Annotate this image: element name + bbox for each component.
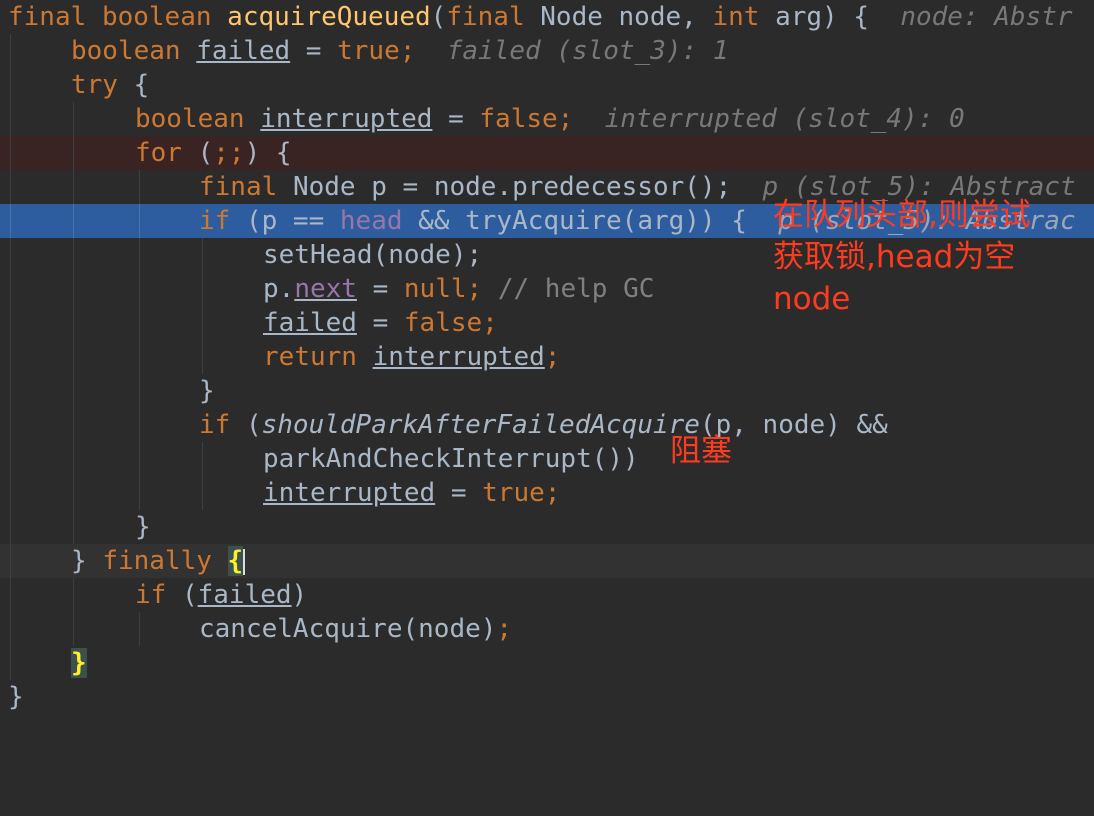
keyword: boolean <box>101 2 212 32</box>
variable[interactable]: failed <box>263 308 357 338</box>
parameter: Node node, <box>540 2 697 32</box>
annotation-line: 获取锁,head为空 <box>773 239 1016 275</box>
keyword: false <box>479 104 558 134</box>
keyword: return <box>263 342 357 372</box>
annotation-line: 在队列头部,则尝试 <box>773 197 1031 233</box>
matched-brace: } <box>71 648 87 678</box>
statement: Node p = node.predecessor(); <box>292 172 732 202</box>
semicolon: ; <box>466 274 483 304</box>
keyword: false <box>403 308 483 338</box>
statement: setHead(node); <box>263 240 483 270</box>
punctuation: ( <box>430 2 447 32</box>
brace: } <box>8 682 24 712</box>
annotation-line: node <box>773 281 851 317</box>
code-line[interactable]: } <box>0 510 1094 544</box>
punctuation: ) { <box>244 138 292 168</box>
keyword: finally <box>102 546 212 576</box>
parameter: arg) { <box>775 2 870 32</box>
semicolon: ;; <box>213 138 245 168</box>
code-line[interactable]: return interrupted; <box>0 340 1094 374</box>
code-line[interactable]: } <box>0 680 1094 714</box>
semicolon: ; <box>544 478 561 508</box>
statement: cancelAcquire(node) <box>199 614 497 644</box>
code-line[interactable]: boolean interrupted = false; interrupted… <box>0 102 1094 136</box>
keyword: if <box>199 206 231 236</box>
punctuation: ( <box>181 138 214 168</box>
code-line[interactable]: if (failed) <box>0 578 1094 612</box>
variable[interactable]: interrupted <box>263 478 435 508</box>
matched-brace: { <box>227 546 244 576</box>
punctuation: ( <box>230 410 262 440</box>
keyword: final <box>199 172 278 202</box>
annotation-head-note: 在队列头部,则尝试 获取锁,head为空 node <box>773 194 1031 320</box>
caret-line[interactable]: } finally { <box>0 544 1094 578</box>
field[interactable]: head <box>340 206 403 236</box>
operator: = <box>356 308 404 338</box>
variable[interactable]: failed <box>196 36 290 66</box>
statement: && tryAcquire(arg)) { <box>402 206 747 236</box>
code-line[interactable]: } <box>0 374 1094 408</box>
identifier: p. <box>263 274 295 304</box>
code-line[interactable]: interrupted = true; <box>0 476 1094 510</box>
punctuation: ) <box>291 580 308 610</box>
variable[interactable]: interrupted <box>373 342 545 372</box>
keyword: try <box>71 70 118 100</box>
keyword: for <box>135 138 182 168</box>
method-call[interactable]: shouldParkAfterFailedAcquire <box>262 410 700 440</box>
operator: = <box>290 36 338 66</box>
semicolon: ; <box>544 342 561 372</box>
keyword: true <box>482 478 545 508</box>
keyword: null <box>403 274 467 304</box>
debug-inline-hint: node: Abstr <box>900 2 1073 32</box>
variable[interactable]: failed <box>198 580 292 610</box>
method-name[interactable]: acquireQueued <box>227 2 431 32</box>
operator: = <box>435 478 483 508</box>
brace: } <box>135 512 151 542</box>
keyword: final <box>446 2 525 32</box>
brace: { <box>117 70 150 100</box>
semicolon: ; <box>496 614 513 644</box>
keyword: boolean <box>71 36 181 66</box>
semicolon: ; <box>557 104 574 134</box>
debug-inline-hint: interrupted (slot_4): 0 <box>604 104 965 134</box>
field[interactable]: next <box>294 274 357 304</box>
keyword: true <box>337 36 400 66</box>
text-caret <box>243 548 246 575</box>
code-line[interactable]: boolean failed = true; failed (slot_3): … <box>0 34 1094 68</box>
code-line[interactable]: final boolean acquireQueued(final Node n… <box>0 0 1094 34</box>
statement: parkAndCheckInterrupt()) <box>263 444 639 474</box>
operator: = <box>432 104 480 134</box>
punctuation: (p == <box>230 206 340 236</box>
keyword: boolean <box>135 104 245 134</box>
punctuation: ( <box>166 580 198 610</box>
operator: = <box>356 274 404 304</box>
code-line[interactable]: } <box>0 646 1094 680</box>
annotation-park-note: 阻塞 <box>670 433 732 469</box>
keyword: if <box>135 580 167 610</box>
brace: } <box>71 546 87 576</box>
debug-inline-hint: failed (slot_3): 1 <box>446 36 729 66</box>
code-editor[interactable]: final boolean acquireQueued(final Node n… <box>0 0 1094 722</box>
keyword: final <box>8 2 87 32</box>
code-line[interactable]: if (shouldParkAfterFailedAcquire(p, node… <box>0 408 1094 442</box>
code-line[interactable]: parkAndCheckInterrupt()) <box>0 442 1094 476</box>
semicolon: ; <box>399 36 416 66</box>
variable[interactable]: interrupted <box>260 104 432 134</box>
comment: // help GC <box>497 274 655 304</box>
code-line[interactable]: cancelAcquire(node); <box>0 612 1094 646</box>
brace: } <box>199 376 215 406</box>
semicolon: ; <box>482 308 498 338</box>
keyword: if <box>199 410 231 440</box>
breakpoint-line[interactable]: for (;;) { <box>0 136 1094 170</box>
keyword: int <box>712 2 760 32</box>
code-line[interactable]: try { <box>0 68 1094 102</box>
